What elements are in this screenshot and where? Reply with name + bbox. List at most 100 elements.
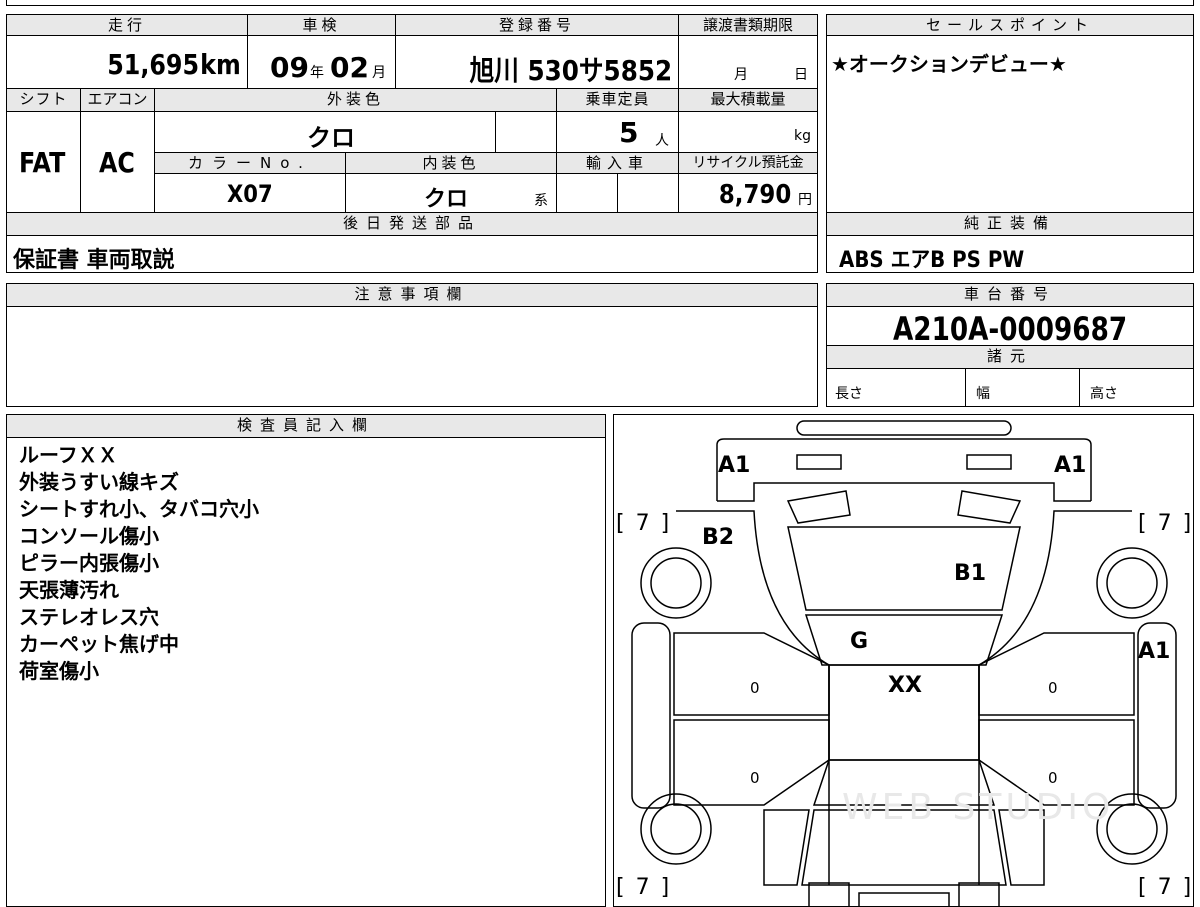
front-bumper-shape	[796, 420, 1012, 436]
chassis-cell: A210A-0009687	[826, 306, 1194, 348]
transfer-day-unit: 日	[794, 67, 808, 83]
import-cell-a	[556, 173, 618, 213]
remark-line: ステレオレス穴	[19, 605, 159, 629]
rear-bumper-left	[808, 882, 850, 906]
capacity-unit: 人	[655, 133, 669, 149]
interior-color-label: 内装色	[345, 152, 557, 174]
tire-tread-bottom-left: [ 7 ]	[616, 875, 672, 900]
inspector-label: 検査員記入欄	[6, 414, 606, 438]
rear-bumper-right	[958, 882, 1000, 906]
damage-mark-a1-side: A1	[1138, 639, 1171, 664]
registration-value: 旭川 530サ5852	[469, 54, 672, 87]
wheel-rear-left-inner	[650, 803, 702, 855]
transfer-month-unit: 月	[734, 67, 748, 83]
chassis-value: A210A-0009687	[893, 310, 1128, 348]
inspection-cell: 09 年 02 月	[247, 35, 396, 89]
door-front-right	[978, 632, 1135, 716]
windshield-shape	[804, 614, 1004, 666]
front-hood-outline	[717, 482, 1091, 502]
inspection-month-unit: 月	[372, 65, 386, 81]
import-cell-b	[617, 173, 679, 213]
interior-color-cell: クロ 系	[345, 173, 557, 213]
inspection-label: 車検	[247, 14, 396, 36]
remark-line: 外装うすい線キズ	[19, 470, 179, 494]
shift-cell: FAT	[6, 111, 81, 213]
specs-height-label: 高さ	[1090, 386, 1118, 402]
wheel-front-right-inner	[1106, 557, 1158, 609]
max-load-label: 最大積載量	[678, 88, 818, 112]
mileage-cell: 51,695 km	[6, 35, 248, 89]
damage-mark-xx: XX	[888, 673, 922, 698]
transfer-deadline-label: 譲渡書類期限	[678, 14, 818, 36]
mileage-unit: km	[200, 48, 241, 81]
inspection-year-unit: 年	[310, 65, 324, 81]
sales-point-label: セールスポイント	[826, 14, 1194, 36]
headlight-right	[966, 454, 1012, 470]
door-front-left	[673, 632, 830, 716]
capacity-value: 5	[619, 116, 639, 149]
door-front-right-value: 0	[1048, 679, 1058, 697]
wheel-front-left-inner	[650, 557, 702, 609]
max-load-cell: kg	[678, 111, 818, 153]
damage-mark-b2: B2	[702, 525, 735, 550]
registration-label: 登録番号	[395, 14, 679, 36]
remark-line: コンソール傷小	[19, 524, 159, 548]
inspection-year: 09	[270, 51, 309, 84]
recycle-unit: 円	[798, 192, 812, 208]
remark-line: 天張薄汚れ	[19, 578, 119, 602]
mileage-label: 走行	[6, 14, 248, 36]
genuine-equipment-cell: ABS エアB PS PW	[826, 235, 1194, 273]
tire-tread-top-right: [ 7 ]	[1138, 511, 1194, 536]
recycle-value: 8,790	[718, 180, 791, 210]
registration-cell: 旭川 530サ5852	[395, 35, 679, 89]
sales-point-cell: ★オークションデビュー★	[826, 35, 1194, 213]
side-strip-left	[631, 622, 671, 809]
remark-line: ピラー内張傷小	[19, 551, 159, 575]
later-shipment-cell: 保証書 車両取説	[6, 235, 818, 273]
capacity-label: 乗車定員	[556, 88, 679, 112]
exterior-color-label: 外装色	[154, 88, 557, 112]
top-cropped-row	[6, 0, 1194, 6]
specs-length-cell: 長さ	[826, 368, 966, 407]
later-shipment-text: 保証書 車両取説	[13, 248, 175, 273]
aircon-value: AC	[99, 146, 135, 179]
rear-quarter-left	[763, 809, 810, 886]
door-rear-left-value: 0	[750, 769, 760, 787]
specs-height-cell: 高さ	[1079, 368, 1194, 407]
shift-label: シフト	[6, 88, 81, 112]
exterior-color-cell: クロ	[154, 111, 496, 153]
aircon-label: エアコン	[80, 88, 155, 112]
import-label: 輸入車	[556, 152, 679, 174]
recycle-label: リサイクル預託金	[678, 152, 818, 174]
specs-width-label: 幅	[976, 386, 990, 402]
damage-mark-b1: B1	[954, 561, 987, 586]
headlight-left	[796, 454, 842, 470]
damage-mark-a1-right: A1	[1054, 453, 1087, 478]
chassis-label: 車台番号	[826, 283, 1194, 307]
watermark: WEB STUDIO	[842, 787, 1115, 828]
notes-cell	[6, 306, 818, 407]
wiper-right	[957, 490, 1022, 524]
interior-color-value: クロ	[424, 187, 469, 212]
car-diagram: WEB STUDIO A1 A1 B2 B1 G XX A1 [ 7 ] [ 7…	[613, 414, 1194, 907]
tire-tread-top-left: [ 7 ]	[616, 511, 672, 536]
door-rear-left	[673, 719, 830, 806]
capacity-cell: 5 人	[556, 111, 679, 153]
rear-bumper-center	[858, 892, 950, 906]
later-shipment-label: 後日発送部品	[6, 212, 818, 236]
max-load-unit: kg	[794, 128, 811, 144]
interior-color-suffix: 系	[534, 193, 548, 209]
damage-mark-g: G	[850, 629, 869, 654]
color-no-label: カラーNo.	[154, 152, 346, 174]
wiper-left	[786, 490, 851, 524]
car-diagram-drawing	[631, 420, 1177, 906]
door-rear-right-value: 0	[1048, 769, 1058, 787]
remark-line: カーペット焦げ中	[19, 632, 179, 656]
wheel-rear-right-inner	[1106, 803, 1158, 855]
genuine-equipment-text: ABS エアB PS PW	[839, 248, 1025, 273]
specs-width-cell: 幅	[965, 368, 1080, 407]
sales-point-text: ★オークションデビュー★	[831, 52, 1067, 76]
color-no-cell: X07	[154, 173, 346, 213]
remark-line: 荷室傷小	[19, 659, 99, 683]
specs-length-label: 長さ	[835, 386, 863, 402]
